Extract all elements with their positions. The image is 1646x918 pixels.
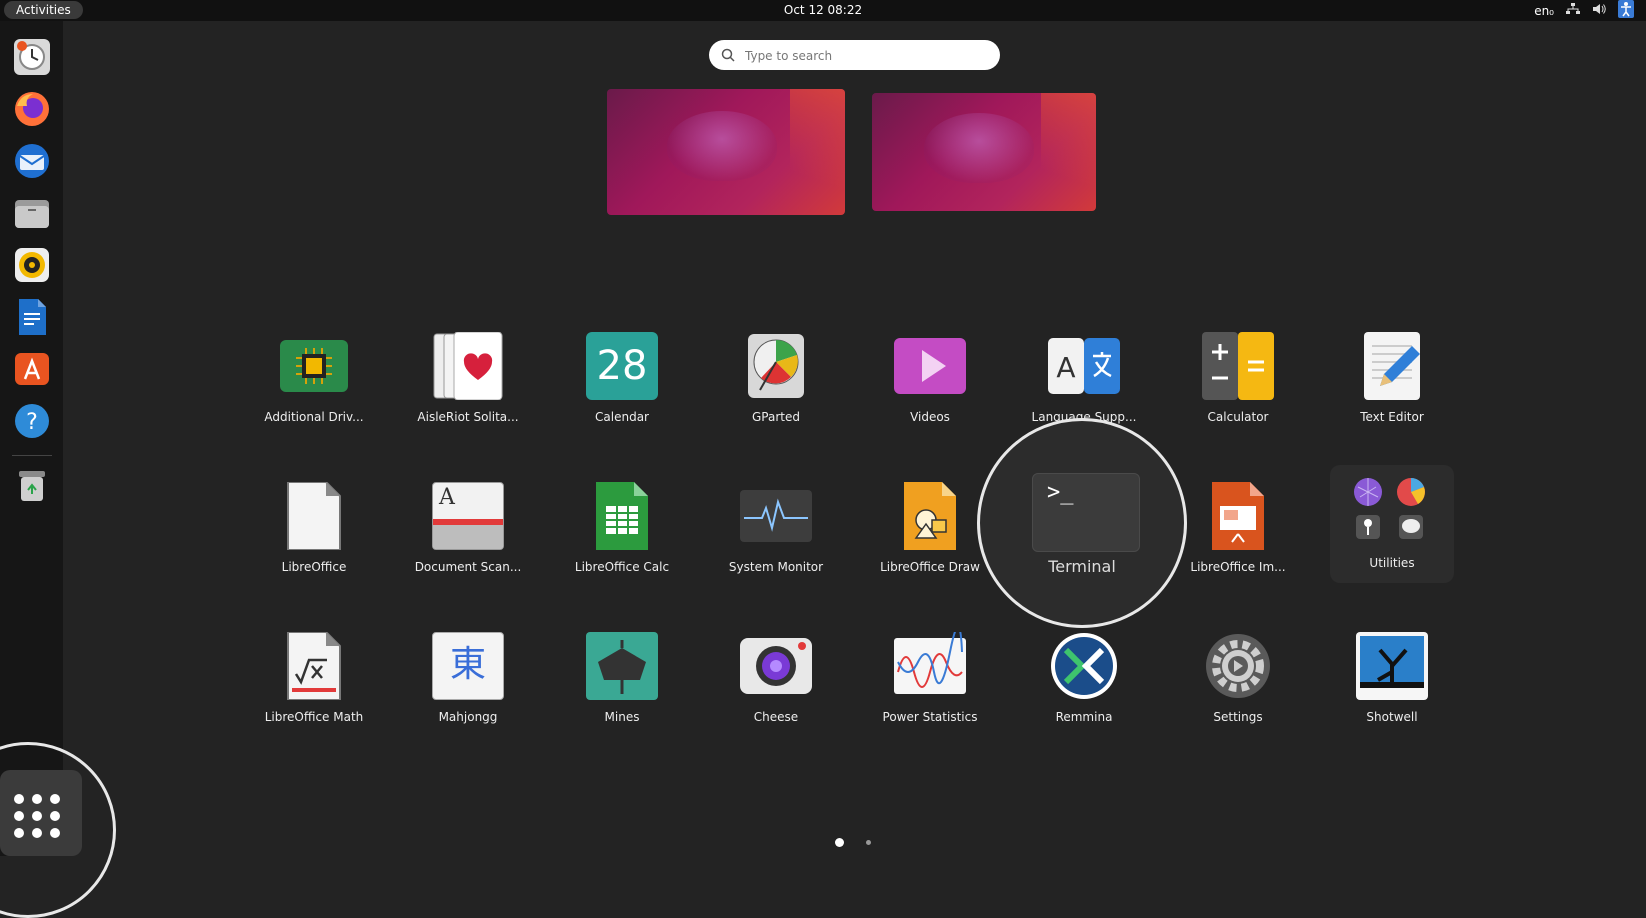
settings-gear-icon: [1206, 634, 1270, 698]
app-mahjongg[interactable]: 東 Mahjongg: [398, 632, 538, 752]
rhythmbox-icon: [15, 248, 49, 282]
dock-item-libreoffice-writer[interactable]: [11, 296, 53, 338]
text-editor-icon: [1364, 332, 1420, 400]
chip-icon: [280, 340, 348, 392]
help-icon: ?: [15, 404, 49, 438]
app-settings[interactable]: Settings: [1168, 632, 1308, 752]
system-tray[interactable]: en₀: [1534, 0, 1634, 21]
app-calendar[interactable]: 28 Calendar: [552, 332, 692, 452]
page-indicator-1[interactable]: [835, 838, 844, 847]
app-shotwell[interactable]: Shotwell: [1322, 632, 1462, 752]
calculator-icon: [1202, 332, 1274, 400]
app-document-scanner[interactable]: A Document Scan...: [398, 482, 538, 602]
thunderbird-icon: [15, 144, 49, 178]
wallpaper-jellyfish: [924, 113, 1034, 183]
impress-icon: [1212, 482, 1264, 550]
app-cheese[interactable]: Cheese: [706, 632, 846, 752]
remmina-icon: [1051, 633, 1117, 699]
playing-cards-icon: [433, 332, 503, 400]
language-icon: A: [1048, 338, 1120, 394]
page-indicator-2[interactable]: [866, 840, 871, 845]
files-icon: [15, 200, 49, 228]
app-folder-utilities[interactable]: Utilities: [1330, 465, 1454, 583]
dock-item-rhythmbox[interactable]: [11, 244, 53, 286]
calendar-icon: 28: [586, 332, 658, 400]
app-terminal[interactable]: >_ Terminal: [977, 418, 1187, 628]
document-scanner-icon: A: [432, 482, 504, 550]
system-monitor-icon: [740, 490, 812, 542]
trash-icon: [19, 471, 45, 501]
dock-separator: [12, 455, 52, 456]
app-mines[interactable]: Mines: [552, 632, 692, 752]
volume-icon[interactable]: [1592, 3, 1606, 18]
app-libreoffice-math[interactable]: LibreOffice Math: [244, 632, 384, 752]
wallpaper-jellyfish: [667, 111, 777, 181]
workspace-thumbnail-1[interactable]: [607, 89, 845, 215]
camera-icon: [740, 638, 812, 694]
mahjongg-tile-icon: 東: [432, 632, 504, 700]
app-center-icon: [15, 353, 49, 385]
app-libreoffice-impress[interactable]: LibreOffice Im...: [1168, 482, 1308, 602]
dock-item-help[interactable]: ?: [11, 400, 53, 442]
app-aisleriot-solitaire[interactable]: AisleRiot Solita...: [398, 332, 538, 452]
app-libreoffice[interactable]: LibreOffice: [244, 482, 384, 602]
app-power-statistics[interactable]: Power Statistics: [860, 632, 1000, 752]
network-icon[interactable]: [1566, 3, 1580, 18]
svg-text:A: A: [1056, 351, 1075, 384]
mine-icon: [586, 632, 658, 700]
timeshift-icon: [14, 39, 50, 75]
play-icon: [894, 338, 966, 394]
input-language-indicator[interactable]: en₀: [1534, 4, 1554, 18]
dock-item-firefox[interactable]: [11, 88, 53, 130]
power-statistics-icon: [894, 632, 966, 694]
clock[interactable]: Oct 12 08:22: [0, 0, 1646, 20]
dock-item-trash[interactable]: [11, 465, 53, 507]
writer-icon: [19, 299, 46, 335]
dock-item-thunderbird[interactable]: [11, 140, 53, 182]
dock-item-app-center[interactable]: [11, 348, 53, 390]
utilities-folder-icons: [1354, 478, 1425, 539]
search-bar[interactable]: [709, 40, 1000, 70]
app-remmina[interactable]: Remmina: [1014, 632, 1154, 752]
show-applications-button[interactable]: [0, 770, 82, 856]
draw-icon: [904, 482, 956, 550]
search-input[interactable]: [743, 46, 987, 66]
app-gparted[interactable]: GParted: [706, 332, 846, 452]
dock-item-timeshift[interactable]: [11, 36, 53, 78]
math-icon: [287, 632, 341, 700]
terminal-icon: >_: [1032, 473, 1140, 552]
svg-text:?: ?: [26, 410, 38, 435]
search-icon: [721, 48, 735, 62]
spreadsheet-icon: [596, 482, 648, 550]
app-libreoffice-calc[interactable]: LibreOffice Calc: [552, 482, 692, 602]
dock-item-files[interactable]: [11, 192, 53, 234]
firefox-icon: [15, 92, 49, 126]
app-videos[interactable]: Videos: [860, 332, 1000, 452]
dock: ?: [0, 21, 63, 856]
app-text-editor[interactable]: Text Editor: [1322, 332, 1462, 452]
photo-icon: [1356, 632, 1428, 700]
libreoffice-icon: [287, 482, 341, 550]
app-calculator[interactable]: Calculator: [1168, 332, 1308, 452]
app-additional-drivers[interactable]: Additional Driv...: [244, 332, 384, 452]
accessibility-icon[interactable]: [1618, 0, 1634, 21]
app-system-monitor[interactable]: System Monitor: [706, 482, 846, 602]
workspace-thumbnail-2[interactable]: [872, 93, 1096, 211]
top-bar: Activities Oct 12 08:22 en₀: [0, 0, 1646, 21]
disk-chart-icon: [748, 334, 804, 398]
